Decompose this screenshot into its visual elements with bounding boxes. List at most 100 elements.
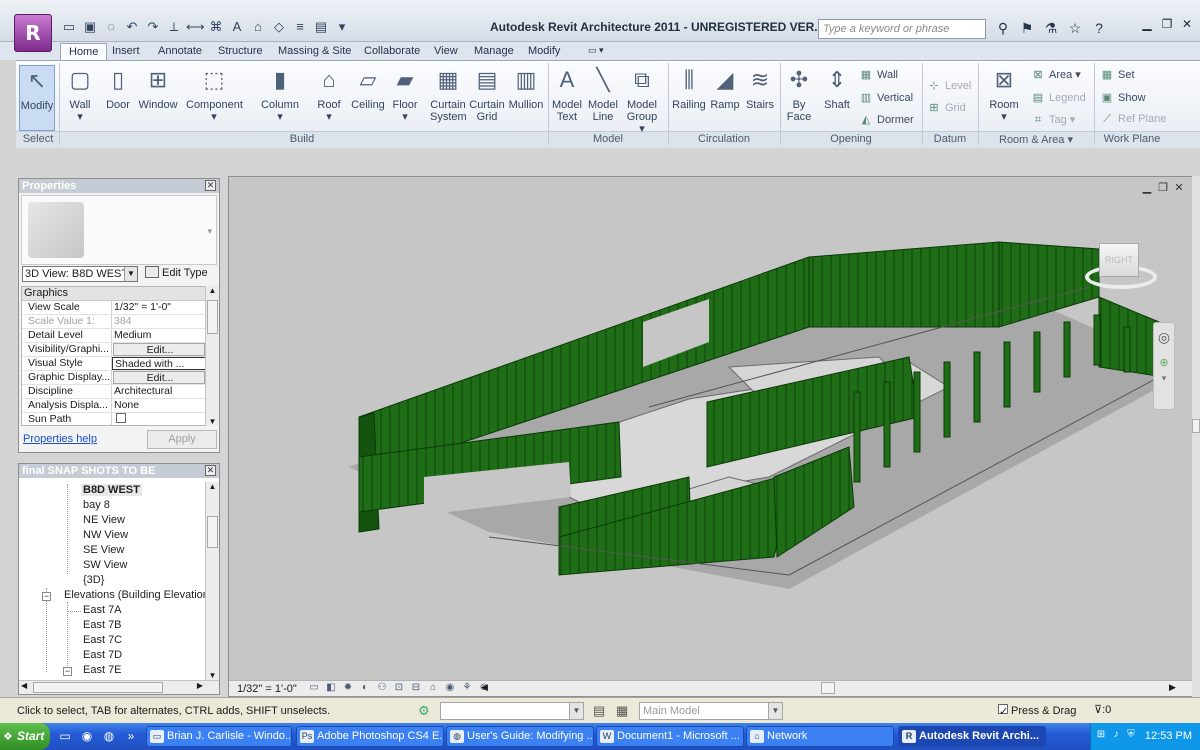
editing-requests-icon[interactable]: ▦ — [616, 703, 628, 719]
view-item-bay-8[interactable]: bay 8 — [83, 499, 110, 511]
visual-style-icon[interactable]: ◧ — [324, 682, 338, 695]
main-vscrollbar[interactable] — [1192, 176, 1200, 697]
floor-button[interactable]: ▰ Floor ▾ — [390, 65, 420, 123]
navigation-bar[interactable]: ◎ ⊕ ▾ — [1153, 322, 1175, 410]
network-tray-icon[interactable]: ⊞ — [1095, 729, 1107, 743]
press-drag-toggle[interactable]: ✓ Press & Drag — [996, 704, 1076, 718]
tab-home[interactable]: Home — [60, 43, 108, 60]
chevron-left-icon[interactable]: ◀ — [481, 682, 488, 693]
discipline-field[interactable]: Architectural — [112, 385, 206, 398]
undo-icon[interactable]: ↶ — [123, 18, 141, 36]
browser-icon[interactable]: ◉ — [80, 729, 94, 743]
legend-button[interactable]: ▤ Legend — [1030, 91, 1086, 104]
view-item-ne-view[interactable]: NE View — [83, 514, 125, 526]
component-button[interactable]: ⬚ Component ▾ — [186, 65, 243, 123]
crop-region-icon[interactable]: ⊟ — [409, 682, 423, 695]
model-text-button[interactable]: A Model Text — [551, 65, 583, 123]
detail-level-field[interactable]: Medium — [112, 329, 206, 342]
view-scale-field[interactable]: 1/32" = 1'-0" — [112, 301, 206, 314]
viewcube-face[interactable]: RIGHT — [1099, 243, 1139, 277]
wall-button[interactable]: ▢ Wall ▾ — [64, 65, 96, 123]
quick-launch-more-icon[interactable]: » — [124, 729, 138, 743]
minimize-icon[interactable]: ▁ — [1138, 16, 1156, 32]
chevron-down-icon[interactable]: ▾ — [207, 226, 212, 237]
search-input[interactable]: Type a keyword or phrase — [818, 19, 986, 39]
taskbar-item-photoshop[interactable]: Ps Adobe Photoshop CS4 E... — [296, 726, 444, 747]
close-icon[interactable]: ✕ — [1178, 16, 1196, 32]
thin-lines-icon[interactable]: ≡ — [291, 18, 309, 36]
view-item-east-7d[interactable]: East 7D — [83, 649, 122, 661]
close-icon[interactable]: ✕ — [205, 465, 216, 476]
view-scale-label[interactable]: 1/32" = 1'-0" — [237, 683, 297, 695]
ref-plane-button[interactable]: ⟋ Ref Plane — [1099, 113, 1166, 126]
crop-view-icon[interactable]: ⊡ — [392, 682, 406, 695]
view-item-se-view[interactable]: SE View — [83, 544, 124, 556]
view-item-east-7e[interactable]: East 7E — [83, 664, 122, 676]
view-item-east-7c[interactable]: East 7C — [83, 634, 122, 646]
properties-scrollbar[interactable]: ▲ ▼ — [205, 286, 219, 426]
area-button[interactable]: ⊠ Area ▾ — [1030, 68, 1080, 81]
visual-style-field[interactable]: Shaded with ... — [112, 357, 206, 370]
level-button[interactable]: ⊹ Level — [926, 79, 971, 92]
view-item-nw-view[interactable]: NW View — [83, 529, 128, 541]
open-icon[interactable]: ▭ — [60, 18, 78, 36]
tree-node-elevations[interactable]: Elevations (Building Elevation — [64, 589, 209, 601]
opening-dormer-button[interactable]: ◭ Dormer — [858, 113, 914, 126]
rendering-icon[interactable]: ⚇ — [375, 682, 389, 695]
edit-type-button[interactable]: Edit Type — [145, 266, 208, 279]
property-group-header[interactable]: Graphics — [22, 287, 206, 301]
roof-button[interactable]: ⌂ Roof ▾ — [314, 65, 344, 123]
railing-button[interactable]: ⫼ Railing — [672, 65, 706, 111]
analysis-display-field[interactable]: None — [112, 399, 206, 412]
view-item-sw-view[interactable]: SW View — [83, 559, 127, 571]
zoom-icon[interactable]: ⊕ — [1154, 356, 1174, 369]
stairs-button[interactable]: ≋ Stairs — [744, 65, 776, 111]
visibility-edit-button[interactable]: Edit... — [113, 343, 205, 356]
3d-view-icon[interactable]: ⌂ — [249, 18, 267, 36]
reveal-hidden-icon[interactable]: ⚘ — [460, 682, 474, 695]
temporary-hide-icon[interactable]: ◉ — [443, 682, 457, 695]
section-icon[interactable]: ◇ — [270, 18, 288, 36]
door-button[interactable]: ▯ Door — [102, 65, 134, 111]
lock-view-icon[interactable]: ⌂ — [426, 682, 440, 695]
text-icon[interactable]: A — [228, 18, 246, 36]
by-face-button[interactable]: ✣ By Face — [784, 65, 814, 123]
tab-view[interactable]: View — [426, 43, 466, 60]
favorites-icon[interactable]: ☆ — [1066, 19, 1084, 37]
browser-scrollbar[interactable]: ▲ ▼ — [205, 482, 219, 680]
taskbar-item-network[interactable]: ⌂ Network — [746, 726, 894, 747]
opening-vertical-button[interactable]: ▥ Vertical — [858, 91, 913, 104]
ribbon-minimize-icon[interactable]: ▭ ▾ — [580, 43, 612, 60]
volume-icon[interactable]: ♪ — [1110, 729, 1122, 743]
dimension-icon[interactable]: ⟷ — [186, 18, 205, 36]
type-selector[interactable]: 3D View: B8D WEST ▼ — [22, 266, 138, 282]
sun-path-checkbox[interactable] — [116, 413, 126, 423]
mullion-button[interactable]: ▥ Mullion — [508, 65, 544, 111]
sun-path-icon[interactable]: ✹ — [341, 682, 355, 695]
view-item-3d[interactable]: {3D} — [83, 574, 104, 586]
checkbox-checked-icon[interactable]: ✓ — [998, 704, 1008, 718]
set-button[interactable]: ▦ Set — [1099, 68, 1135, 81]
collapse-icon[interactable]: − — [63, 667, 72, 676]
shaft-button[interactable]: ⇕ Shaft — [820, 65, 854, 111]
clock[interactable]: 12:53 PM — [1145, 730, 1192, 742]
measure-icon[interactable]: ⟂ — [165, 18, 183, 36]
chevron-down-icon[interactable]: ▼ — [206, 671, 219, 680]
tab-massing-site[interactable]: Massing & Site — [270, 43, 359, 60]
tag-button[interactable]: ⌗ Tag ▾ — [1030, 113, 1075, 127]
3d-viewport[interactable]: ▁ ❐ ✕ RIGHT ◎ ⊕ ▾ 1/32" = 1'-0" ▭ ◧ ✹ ◐ … — [228, 176, 1193, 697]
browser-hscrollbar[interactable]: ◀ ▶ — [19, 680, 219, 694]
tab-collaborate[interactable]: Collaborate — [356, 43, 428, 60]
search-icon[interactable]: ⚲ — [994, 19, 1012, 37]
show-desktop-icon[interactable]: ▭ — [58, 729, 72, 743]
tag-icon[interactable]: ⌘ — [207, 18, 225, 36]
workset-icon[interactable]: ⚙ — [418, 703, 430, 719]
workset-field[interactable]: ▼ — [440, 702, 584, 720]
ramp-button[interactable]: ◢ Ramp — [710, 65, 740, 111]
modify-button[interactable]: ↖ Modify — [19, 65, 55, 131]
application-menu-button[interactable]: R — [14, 14, 52, 52]
view-item-east-7b[interactable]: East 7B — [83, 619, 122, 631]
collapse-icon[interactable]: − — [42, 592, 51, 601]
shadows-icon[interactable]: ◐ — [358, 682, 372, 695]
design-options-icon[interactable]: ▤ — [593, 703, 605, 719]
